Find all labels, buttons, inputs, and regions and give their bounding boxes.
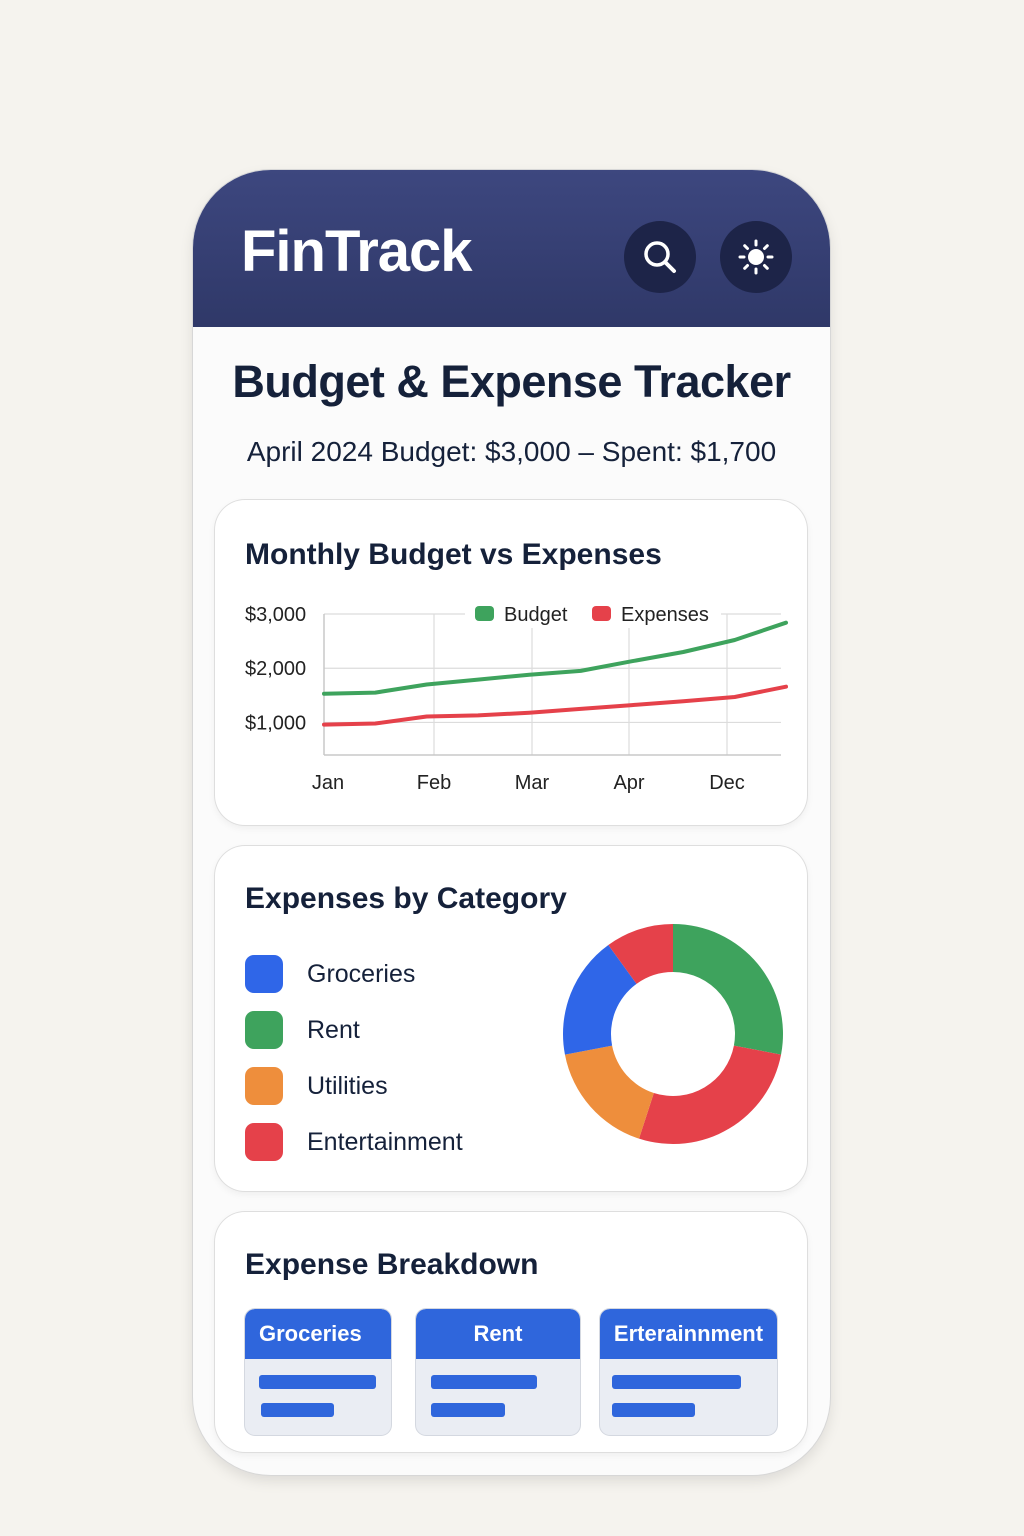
search-button[interactable] [624, 221, 696, 293]
tile-bar [259, 1375, 376, 1389]
category-donut-chart [563, 924, 783, 1144]
app-header: FinTrack [193, 170, 830, 327]
legend-label-budget: Budget [504, 604, 568, 626]
page-title: Budget & Expense Tracker [232, 356, 791, 407]
tile-header: Erterainnment [600, 1309, 777, 1359]
x-tick-label: Feb [417, 772, 451, 794]
budget-summary: April 2024 Budget: $3,000 – Spent: $1,70… [246, 436, 777, 467]
y-tick-label: $2,000 [245, 658, 306, 680]
legend-swatch-budget [475, 606, 494, 621]
sun-icon [738, 239, 774, 275]
tile-bar [261, 1403, 334, 1417]
expenses-by-category-card: Expenses by Category Groceries Rent Util… [215, 846, 807, 1191]
tile-bar [431, 1403, 505, 1417]
legend-label: Rent [307, 1015, 360, 1044]
utilities-swatch [245, 1067, 283, 1105]
groceries-swatch [245, 955, 283, 993]
phone-frame: FinTrack Budget & Expense Tracker April … [193, 170, 830, 1475]
y-tick-label: $1,000 [245, 712, 306, 734]
donut-slice-utilities [564, 1045, 654, 1139]
tile-bar [612, 1375, 741, 1389]
legend-label-expenses: Expenses [621, 604, 709, 626]
budget-vs-expenses-chart: Jan Feb Mar Apr Dec $1,000 $2,000 $3,000 Budget E… [245, 600, 788, 794]
breakdown-tile-entertainment[interactable]: Erterainnment [600, 1309, 777, 1435]
tile-bar [431, 1375, 537, 1389]
legend-item-entertainment: Entertainment [245, 1114, 463, 1170]
theme-toggle-button[interactable] [720, 221, 792, 293]
x-tick-label: Mar [515, 772, 550, 794]
expense-breakdown-card: Expense Breakdown Groceries Rent Erterai… [215, 1212, 807, 1452]
entertainment-swatch [245, 1123, 283, 1161]
donut-slice-entertainment [639, 1045, 782, 1144]
breakdown-tile-rent[interactable]: Rent [416, 1309, 580, 1435]
legend-swatch-expenses [592, 606, 611, 621]
tile-header: Rent [416, 1309, 580, 1359]
card-title: Expense Breakdown [245, 1248, 539, 1281]
breakdown-tile-groceries[interactable]: Groceries [245, 1309, 391, 1435]
legend-item-utilities: Utilities [245, 1058, 463, 1114]
series-line-budget [322, 620, 788, 696]
tile-bar [612, 1403, 695, 1417]
legend-label: Entertainment [307, 1127, 463, 1156]
donut-slice-rent [673, 924, 783, 1055]
legend-item-groceries: Groceries [245, 946, 463, 1002]
search-icon [644, 241, 676, 273]
rent-swatch [245, 1011, 283, 1049]
legend-label: Groceries [307, 959, 416, 988]
x-tick-label: Apr [613, 772, 644, 794]
series-line-expenses [322, 684, 788, 727]
app-title: FinTrack [241, 219, 473, 284]
x-tick-label: Dec [709, 772, 745, 794]
legend-label: Utilities [307, 1071, 388, 1100]
budget-vs-expenses-card: Monthly Budget vs Expenses Jan Feb Mar Apr D… [215, 500, 807, 825]
legend-item-rent: Rent [245, 1002, 463, 1058]
card-title: Expenses by Category [245, 882, 567, 915]
category-legend: Groceries Rent Utilities Entertainment [245, 946, 463, 1170]
x-tick-label: Jan [312, 772, 344, 794]
tile-header: Groceries [245, 1309, 391, 1359]
y-tick-label: $3,000 [245, 604, 306, 626]
